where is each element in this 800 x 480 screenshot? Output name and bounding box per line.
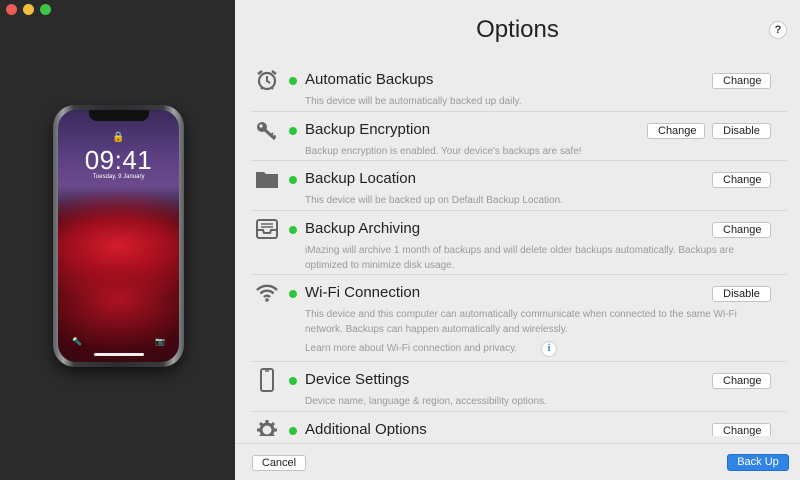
change-button[interactable]: Change bbox=[712, 373, 771, 389]
camera-icon: 📷 bbox=[155, 337, 165, 346]
home-indicator bbox=[93, 353, 144, 356]
option-description: iMazing will archive 1 month of backups … bbox=[305, 245, 734, 271]
phone-icon bbox=[254, 368, 280, 392]
info-icon[interactable]: i bbox=[541, 341, 557, 357]
flashlight-icon: 🔦 bbox=[72, 337, 82, 346]
lock-screen-date: Tuesday, 9 January bbox=[92, 174, 145, 180]
option-description: Device name, language & region, accessib… bbox=[305, 396, 547, 407]
archive-tray-icon bbox=[254, 217, 280, 241]
wifi-privacy-link[interactable]: Learn more about Wi-Fi connection and pr… bbox=[305, 343, 517, 354]
status-indicator bbox=[289, 77, 297, 85]
option-title: Wi-Fi Connection bbox=[305, 284, 421, 301]
option-row-device-settings: Device Settings Device name, language & … bbox=[251, 362, 787, 412]
option-row-backup-archiving: Backup Archiving iMazing will archive 1 … bbox=[251, 211, 787, 275]
window-controls bbox=[6, 4, 51, 15]
status-indicator bbox=[289, 290, 297, 298]
option-title: Backup Archiving bbox=[305, 220, 421, 237]
option-title: Automatic Backups bbox=[305, 71, 434, 88]
option-description: Backup encryption is enabled. Your devic… bbox=[305, 146, 582, 157]
alarm-clock-icon bbox=[254, 68, 280, 92]
option-description: This device will be backed up on Default… bbox=[305, 195, 563, 206]
cancel-button[interactable]: Cancel bbox=[252, 455, 306, 471]
back-up-button[interactable]: Back Up bbox=[727, 454, 789, 471]
close-window-button[interactable] bbox=[6, 4, 17, 15]
options-list[interactable]: Automatic Backups This device will be au… bbox=[251, 62, 787, 436]
change-button[interactable]: Change bbox=[712, 423, 771, 436]
option-description: This device and this computer can automa… bbox=[305, 309, 737, 335]
option-description: This device will be automatically backed… bbox=[305, 96, 522, 107]
disable-button[interactable]: Disable bbox=[712, 286, 771, 302]
status-indicator bbox=[289, 127, 297, 135]
phone-notch bbox=[88, 110, 149, 121]
status-indicator bbox=[289, 176, 297, 184]
option-title: Backup Location bbox=[305, 170, 416, 187]
page-title: Options bbox=[476, 16, 559, 43]
option-row-backup-location: Backup Location This device will be back… bbox=[251, 161, 787, 211]
status-indicator bbox=[289, 226, 297, 234]
gear-icon bbox=[254, 418, 280, 436]
folder-icon bbox=[254, 167, 280, 191]
options-panel: Options ? Automatic Backups This device … bbox=[235, 0, 800, 480]
help-button[interactable]: ? bbox=[769, 21, 787, 39]
status-indicator bbox=[289, 427, 297, 435]
option-row-backup-encryption: Backup Encryption Backup encryption is e… bbox=[251, 112, 787, 161]
option-title: Additional Options bbox=[305, 421, 427, 436]
change-button[interactable]: Change bbox=[712, 73, 771, 89]
change-button[interactable]: Change bbox=[647, 123, 705, 139]
lock-screen-time: 09:41 bbox=[84, 145, 153, 175]
change-button[interactable]: Change bbox=[712, 222, 771, 238]
option-title: Device Settings bbox=[305, 371, 410, 388]
status-indicator bbox=[289, 377, 297, 385]
option-row-additional-options: Additional Options Change bbox=[251, 412, 787, 436]
zoom-window-button[interactable] bbox=[40, 4, 51, 15]
key-icon bbox=[254, 118, 280, 142]
disable-button[interactable]: Disable bbox=[712, 123, 771, 139]
change-button[interactable]: Change bbox=[712, 172, 771, 188]
device-panel: 🔒 09:41 Tuesday, 9 January 🔦 📷 bbox=[0, 0, 235, 480]
lock-screen: 🔒 09:41 Tuesday, 9 January 🔦 📷 bbox=[58, 110, 179, 362]
option-row-wifi-connection: Wi-Fi Connection This device and this co… bbox=[251, 275, 787, 362]
option-row-automatic-backups: Automatic Backups This device will be au… bbox=[251, 62, 787, 112]
lock-icon: 🔒 bbox=[112, 132, 125, 143]
iphone-device-image: 🔒 09:41 Tuesday, 9 January 🔦 📷 bbox=[53, 105, 184, 367]
minimize-window-button[interactable] bbox=[23, 4, 34, 15]
option-title: Backup Encryption bbox=[305, 121, 431, 138]
footer-bar: Cancel Back Up bbox=[235, 443, 800, 480]
wifi-icon bbox=[254, 281, 280, 305]
